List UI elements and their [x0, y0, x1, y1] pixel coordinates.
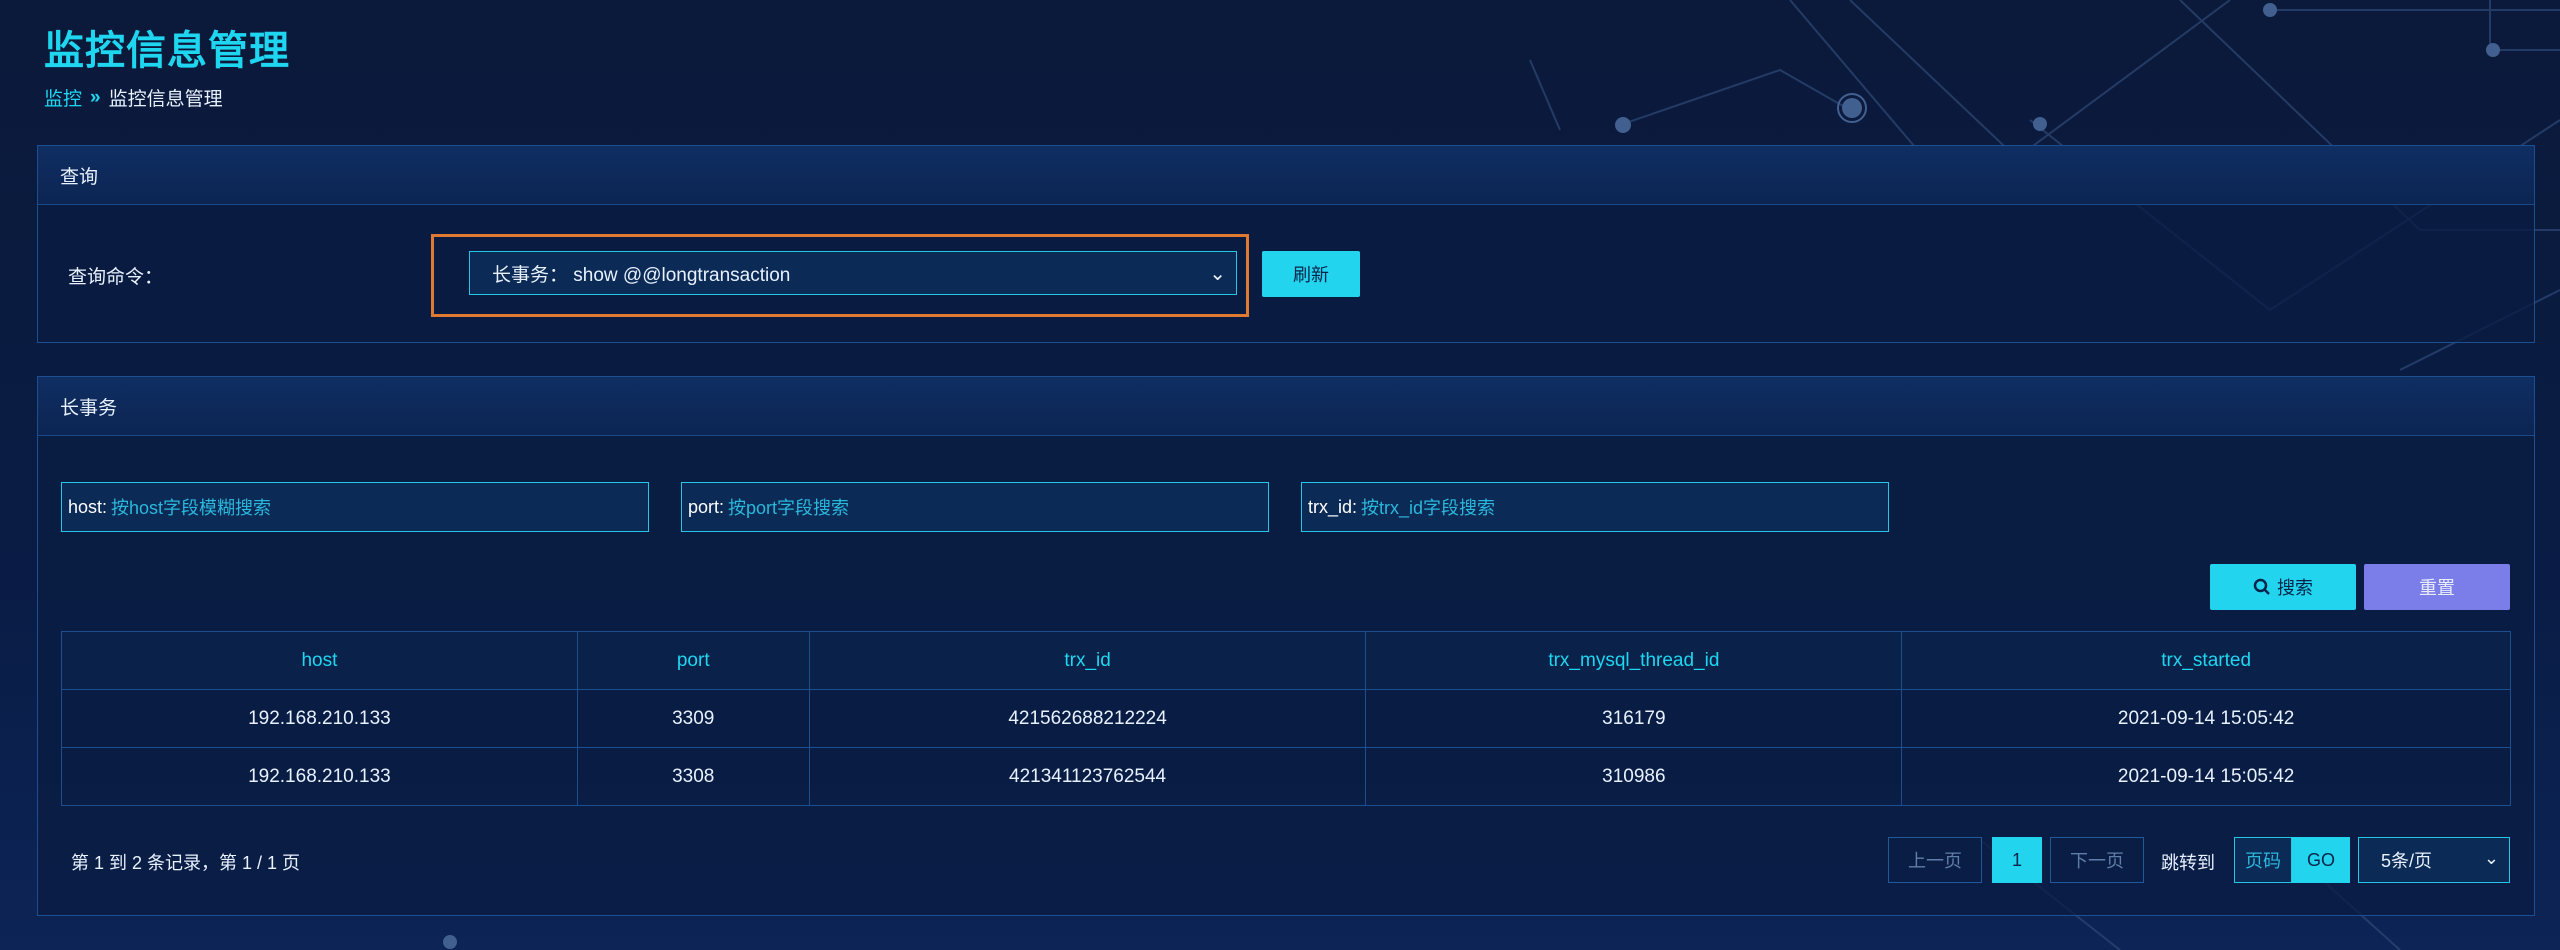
host-filter-placeholder: 按host字段模糊搜索: [111, 498, 272, 518]
search-button[interactable]: 搜索: [2210, 564, 2356, 610]
page-number-button[interactable]: 1: [1992, 837, 2042, 883]
chevron-down-icon: ⌄: [2483, 848, 2499, 868]
next-page-button[interactable]: 下一页: [2050, 837, 2144, 883]
column-header-trx-started[interactable]: trx_started: [1901, 631, 2511, 690]
trx-id-filter-label: trx_id:: [1308, 496, 1358, 517]
chevron-down-icon: ⌄: [1209, 263, 1226, 285]
breadcrumb-current: 监控信息管理: [108, 89, 223, 110]
column-header-trx-mysql-thread-id[interactable]: trx_mysql_thread_id: [1365, 631, 1903, 690]
pagination-info: 第 1 到 2 条记录，第 1 / 1 页: [71, 853, 301, 873]
host-filter-label: host:: [68, 496, 108, 517]
trx-id-filter-placeholder: 按trx_id字段搜索: [1361, 498, 1496, 518]
cell-port: 3308: [576, 747, 810, 806]
page-number-input[interactable]: 页码: [2234, 837, 2292, 883]
jump-to-label: 跳转到: [2161, 853, 2215, 873]
search-icon: [2253, 578, 2270, 595]
trx-id-filter-input[interactable]: trx_id: 按trx_id字段搜索: [1301, 482, 1889, 532]
column-header-port[interactable]: port: [576, 631, 810, 690]
breadcrumb-link-monitor[interactable]: 监控: [44, 84, 82, 111]
table-row[interactable]: 192.168.210.133 3308 421341123762544 310…: [61, 747, 2511, 806]
query-panel: 查询 查询命令： 长事务： show @@longtransaction ⌄ 刷…: [37, 145, 2535, 343]
column-header-host[interactable]: host: [61, 631, 578, 690]
port-filter-input[interactable]: port: 按port字段搜索: [681, 482, 1269, 532]
cell-trx-started: 2021-09-14 15:05:42: [1901, 747, 2511, 806]
cell-trx-started: 2021-09-14 15:05:42: [1901, 689, 2511, 748]
cell-trx-mysql-thread-id: 310986: [1365, 747, 1903, 806]
breadcrumb: 监控 » 监控信息管理: [44, 84, 223, 111]
long-transaction-table: host port trx_id trx_mysql_thread_id trx…: [61, 631, 2511, 806]
port-filter-label: port:: [688, 496, 725, 517]
reset-button[interactable]: 重置: [2364, 564, 2510, 610]
table-row[interactable]: 192.168.210.133 3309 421562688212224 316…: [61, 689, 2511, 748]
host-filter-input[interactable]: host: 按host字段模糊搜索: [61, 482, 649, 532]
cell-trx-id: 421562688212224: [808, 689, 1367, 748]
query-command-label: 查询命令：: [68, 267, 164, 288]
go-button[interactable]: GO: [2292, 837, 2350, 883]
page-size-select[interactable]: 5条/页 ⌄: [2358, 837, 2510, 883]
page-size-value: 5条/页: [2381, 851, 2433, 871]
refresh-button[interactable]: 刷新: [1262, 251, 1360, 297]
cell-port: 3309: [576, 689, 810, 748]
search-button-label: 搜索: [2277, 578, 2313, 598]
prev-page-button[interactable]: 上一页: [1888, 837, 1982, 883]
query-command-select[interactable]: 长事务： show @@longtransaction ⌄: [469, 251, 1237, 295]
result-panel-title: 长事务: [38, 377, 2534, 436]
page-title: 监控信息管理: [44, 29, 290, 73]
query-panel-title: 查询: [38, 146, 2534, 205]
cell-trx-id: 421341123762544: [808, 747, 1367, 806]
cell-host: 192.168.210.133: [61, 747, 578, 806]
table-header-row: host port trx_id trx_mysql_thread_id trx…: [61, 631, 2511, 690]
query-command-value: 长事务： show @@longtransaction: [492, 264, 791, 286]
port-filter-placeholder: 按port字段搜索: [728, 498, 850, 518]
column-header-trx-id[interactable]: trx_id: [808, 631, 1367, 690]
cell-trx-mysql-thread-id: 316179: [1365, 689, 1903, 748]
cell-host: 192.168.210.133: [61, 689, 578, 748]
breadcrumb-separator-icon: »: [90, 86, 101, 108]
result-panel: 长事务 host: 按host字段模糊搜索 port: 按port字段搜索 tr…: [37, 376, 2535, 916]
